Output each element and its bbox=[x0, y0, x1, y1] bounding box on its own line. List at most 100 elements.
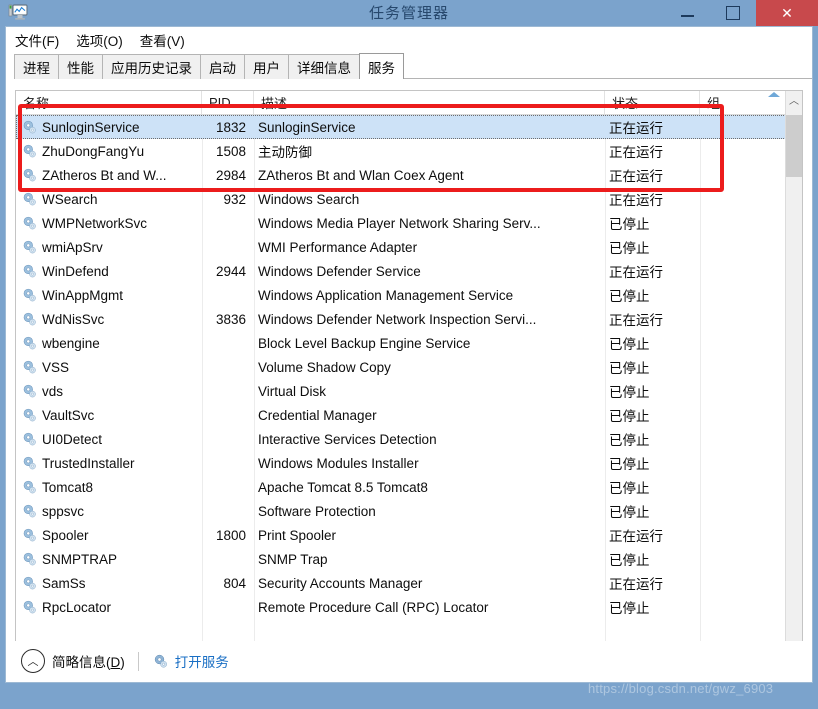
cell-description: Security Accounts Manager bbox=[258, 575, 423, 591]
cell-pid bbox=[202, 475, 254, 499]
cell-description: Software Protection bbox=[258, 503, 376, 519]
cell-status: 正在运行 bbox=[609, 313, 663, 328]
cell-status: 已停止 bbox=[609, 409, 650, 424]
chevron-up-icon[interactable]: ︿ bbox=[21, 649, 45, 673]
table-row[interactable]: WinDefend 2944 Windows Defender Service 正在运… bbox=[16, 259, 786, 283]
title-bar[interactable]: 任务管理器 ✕ bbox=[0, 0, 818, 26]
table-row[interactable]: WSearch 932 Windows Search 正在运行 bbox=[16, 187, 786, 211]
table-row[interactable]: WMPNetworkSvc Windows Media Player Networ… bbox=[16, 211, 786, 235]
column-header-pid[interactable]: PID bbox=[202, 91, 254, 114]
cell-group bbox=[700, 115, 786, 139]
tab-processes[interactable]: 进程 bbox=[14, 54, 59, 79]
cell-group bbox=[700, 163, 786, 187]
close-button[interactable]: ✕ bbox=[756, 0, 818, 26]
vertical-scrollbar[interactable]: ︿ ﹀ bbox=[785, 91, 802, 654]
cell-status: 正在运行 bbox=[609, 193, 663, 208]
cell-pid: 3836 bbox=[215, 311, 246, 327]
maximize-button[interactable] bbox=[710, 0, 756, 26]
cell-pid bbox=[202, 379, 254, 403]
cell-service-name: WMPNetworkSvc bbox=[42, 215, 148, 231]
tab-performance[interactable]: 性能 bbox=[58, 54, 103, 79]
cell-description: Volume Shadow Copy bbox=[258, 359, 391, 375]
table-row[interactable]: SNMPTRAP SNMP Trap 已停止 bbox=[16, 547, 786, 571]
cell-group bbox=[700, 235, 786, 259]
services-list: 名称 PID 描述 状态 组 SunloginService 1832 Sunlog… bbox=[15, 90, 803, 655]
task-manager-window: 任务管理器 ✕ 文件(F) 选项(O) 查看(V) 进程 性能 应用历史记录 启… bbox=[0, 0, 818, 709]
cell-pid bbox=[202, 211, 254, 235]
cell-status: 已停止 bbox=[609, 481, 650, 496]
tab-services[interactable]: 服务 bbox=[359, 53, 404, 79]
column-header-description[interactable]: 描述 bbox=[254, 91, 605, 114]
column-header-name[interactable]: 名称 bbox=[16, 91, 202, 114]
cell-status: 已停止 bbox=[609, 433, 650, 448]
cell-group bbox=[700, 283, 786, 307]
cell-group bbox=[700, 355, 786, 379]
cell-pid bbox=[202, 235, 254, 259]
menu-item-view[interactable]: 查看(V) bbox=[140, 30, 185, 50]
table-row[interactable]: ZAtheros Bt and W... 2984 ZAtheros Bt and … bbox=[16, 163, 786, 187]
cell-service-name: WSearch bbox=[42, 191, 98, 207]
cell-status: 已停止 bbox=[609, 289, 650, 304]
tab-startup[interactable]: 启动 bbox=[200, 54, 245, 79]
cell-pid bbox=[202, 331, 254, 355]
table-row[interactable]: Spooler 1800 Print Spooler 正在运行 bbox=[16, 523, 786, 547]
table-row[interactable]: WinAppMgmt Windows Application Management… bbox=[16, 283, 786, 307]
scrollbar-thumb[interactable] bbox=[786, 115, 802, 177]
cell-status: 已停止 bbox=[609, 601, 650, 616]
cell-pid bbox=[202, 403, 254, 427]
services-table-header: 名称 PID 描述 状态 组 bbox=[16, 91, 786, 115]
bottom-bar-divider bbox=[137, 651, 139, 671]
tab-app-history[interactable]: 应用历史记录 bbox=[102, 54, 201, 79]
cell-service-name: RpcLocator bbox=[42, 599, 112, 615]
cell-service-name: wmiApSrv bbox=[42, 239, 103, 255]
bottom-bar: ︿ 简略信息(D) 打开服务 bbox=[7, 641, 811, 681]
cell-description: Credential Manager bbox=[258, 407, 377, 423]
cell-service-name: WinAppMgmt bbox=[42, 287, 124, 303]
cell-group bbox=[700, 379, 786, 403]
fewer-details-button[interactable]: 简略信息(D) bbox=[52, 651, 125, 671]
table-row[interactable]: SunloginService 1832 SunloginService 正在运行 bbox=[16, 115, 786, 139]
table-row[interactable]: RpcLocator Remote Procedure Call (RPC) Lo… bbox=[16, 595, 786, 619]
cell-status: 已停止 bbox=[609, 217, 650, 232]
cell-service-name: SNMPTRAP bbox=[42, 551, 118, 567]
fewer-details-text-end: ) bbox=[120, 655, 125, 670]
cell-group bbox=[700, 139, 786, 163]
cell-description: WMI Performance Adapter bbox=[258, 239, 418, 255]
tab-users[interactable]: 用户 bbox=[244, 54, 289, 79]
tab-details[interactable]: 详细信息 bbox=[288, 54, 360, 79]
cell-description: Windows Defender Network Inspection Serv… bbox=[258, 311, 537, 327]
cell-pid bbox=[202, 451, 254, 475]
cell-group bbox=[700, 547, 786, 571]
fewer-details-accelerator: D bbox=[110, 655, 121, 670]
open-services-link[interactable]: 打开服务 bbox=[175, 651, 229, 671]
table-row[interactable]: VaultSvc Credential Manager 已停止 bbox=[16, 403, 786, 427]
cell-service-name: SamSs bbox=[42, 575, 86, 591]
tab-strip-filler bbox=[403, 54, 812, 79]
minimize-button[interactable] bbox=[664, 0, 710, 26]
scroll-up-button[interactable]: ︿ bbox=[786, 91, 802, 108]
column-header-status[interactable]: 状态 bbox=[605, 91, 700, 114]
menu-item-options[interactable]: 选项(O) bbox=[76, 30, 123, 50]
table-row[interactable]: Tomcat8 Apache Tomcat 8.5 Tomcat8 已停止 bbox=[16, 475, 786, 499]
table-row[interactable]: TrustedInstaller Windows Modules Installe… bbox=[16, 451, 786, 475]
table-row[interactable]: ZhuDongFangYu 1508 主动防御 正在运行 bbox=[16, 139, 786, 163]
cell-description: Windows Media Player Network Sharing Ser… bbox=[258, 215, 541, 231]
table-row[interactable]: sppsvc Software Protection 已停止 bbox=[16, 499, 786, 523]
table-row[interactable]: VSS Volume Shadow Copy 已停止 bbox=[16, 355, 786, 379]
cell-status: 已停止 bbox=[609, 361, 650, 376]
cell-service-name: Spooler bbox=[42, 527, 89, 543]
cell-description: Apache Tomcat 8.5 Tomcat8 bbox=[258, 479, 428, 495]
table-row[interactable]: UI0Detect Interactive Services Detection 已… bbox=[16, 427, 786, 451]
table-row[interactable]: wmiApSrv WMI Performance Adapter 已停止 bbox=[16, 235, 786, 259]
table-row[interactable]: SamSs 804 Security Accounts Manager 正在运行 bbox=[16, 571, 786, 595]
table-row[interactable]: vds Virtual Disk 已停止 bbox=[16, 379, 786, 403]
services-gear-icon bbox=[154, 654, 167, 668]
menu-item-file[interactable]: 文件(F) bbox=[15, 30, 59, 50]
cell-status: 已停止 bbox=[609, 505, 650, 520]
cell-description: SNMP Trap bbox=[258, 551, 328, 567]
cell-group bbox=[700, 403, 786, 427]
table-row[interactable]: wbengine Block Level Backup Engine Servic… bbox=[16, 331, 786, 355]
cell-service-name: sppsvc bbox=[42, 503, 85, 519]
table-row[interactable]: WdNisSvc 3836 Windows Defender Network Ins… bbox=[16, 307, 786, 331]
cell-pid: 1508 bbox=[215, 143, 246, 159]
